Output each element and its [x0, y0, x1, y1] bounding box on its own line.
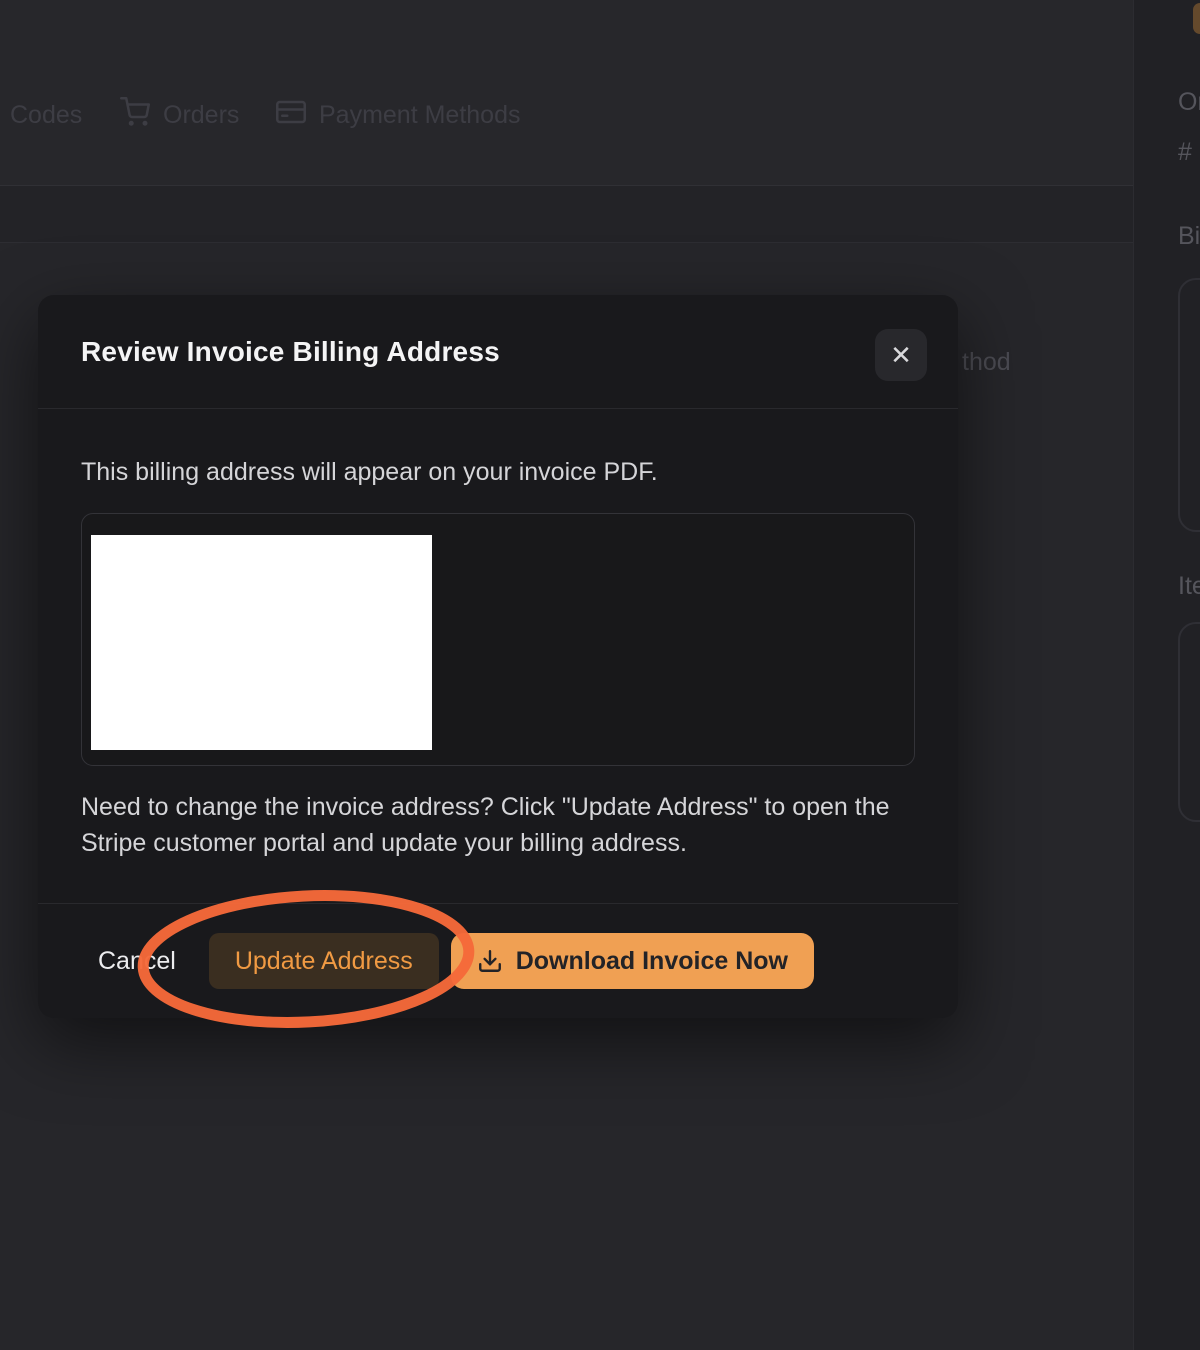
download-label: Download Invoice Now: [516, 947, 788, 976]
update-address-button[interactable]: Update Address: [209, 933, 439, 989]
cart-icon: [120, 97, 150, 134]
modal-description: This billing address will appear on your…: [81, 458, 658, 487]
invoice-address-preview: [81, 513, 915, 766]
close-icon: ✕: [890, 340, 912, 370]
modal-title: Review Invoice Billing Address: [81, 295, 500, 409]
tab-orders[interactable]: Orders: [120, 90, 239, 140]
items-label-fragment: Ite: [1178, 572, 1200, 601]
modal-header: Review Invoice Billing Address ✕: [38, 295, 958, 409]
billing-card: [1178, 278, 1200, 532]
screen: n Codes Orders Paym: [0, 0, 1200, 1350]
tab-payment-methods-label: Payment Methods: [319, 101, 521, 130]
review-invoice-modal: Review Invoice Billing Address ✕ This bi…: [38, 295, 958, 1018]
items-card: [1178, 622, 1200, 822]
modal-footer: Cancel Update Address Download Invoice N…: [38, 903, 958, 1018]
background-tab-bar: n Codes Orders Paym: [0, 90, 1133, 140]
redacted-address-block: [91, 535, 432, 750]
sidebar-action-button-fragment: [1193, 3, 1200, 34]
billing-label-fragment: Bil: [1178, 222, 1200, 251]
close-button[interactable]: ✕: [875, 329, 927, 381]
cancel-button[interactable]: Cancel: [98, 947, 176, 976]
tab-codes[interactable]: Codes: [10, 90, 82, 140]
order-number-fragment: #: [1178, 138, 1192, 167]
modal-note: Need to change the invoice address? Clic…: [81, 789, 917, 861]
credit-card-icon: [276, 97, 306, 134]
tab-orders-label: Orders: [163, 101, 239, 130]
tab-payment-methods[interactable]: Payment Methods: [276, 90, 521, 140]
background-subheader-band: [0, 185, 1133, 243]
download-icon: [477, 948, 503, 974]
order-summary-sidebar: Or # Bil Ite: [1133, 0, 1200, 1350]
payment-method-text-fragment: thod: [962, 348, 1011, 377]
download-invoice-button[interactable]: Download Invoice Now: [451, 933, 814, 989]
tab-codes-label: Codes: [10, 101, 82, 130]
order-label-fragment: Or: [1178, 88, 1200, 117]
